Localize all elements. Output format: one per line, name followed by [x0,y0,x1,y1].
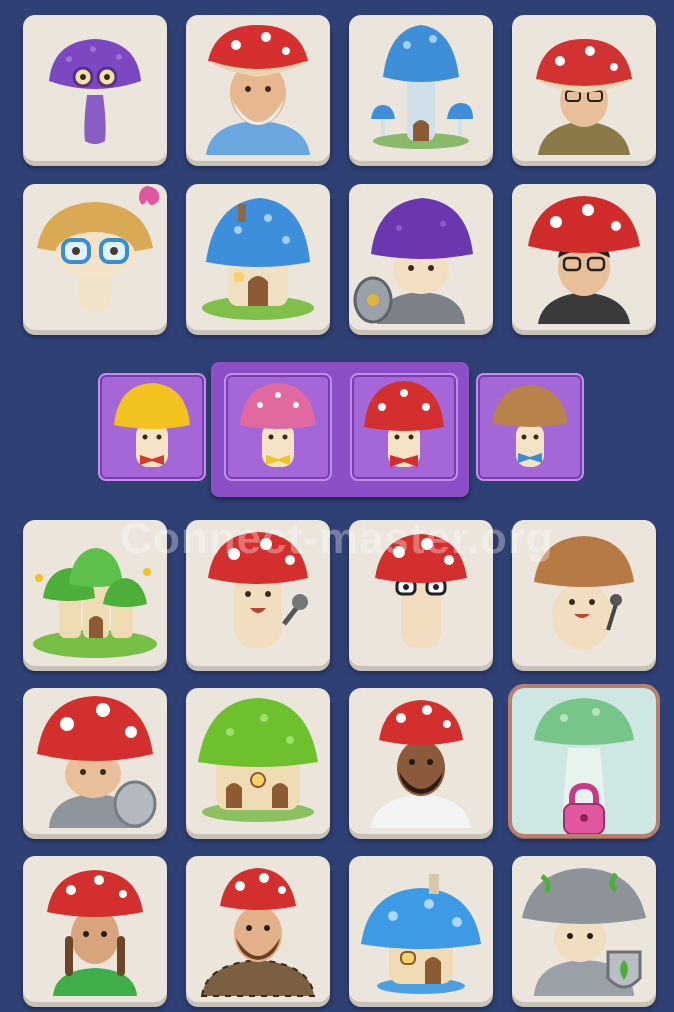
old-man-red-cap-icon [206,25,310,155]
slot-pink-mushroom[interactable] [224,373,332,481]
tile-girl-braids-red-cap[interactable] [23,856,167,1002]
man-beard-plaid-red-cap-icon [200,868,316,997]
tile-old-man-red-cap[interactable] [186,15,330,161]
tile-red-mushroom-singer[interactable] [186,520,330,666]
tile-green-mushroom-house[interactable] [186,688,330,834]
tile-red-knight-mushroom[interactable] [23,688,167,834]
silver-knight-mushroom-icon [522,868,646,996]
tile-silver-knight-mushroom[interactable] [512,856,656,1002]
tile-red-mushroom-glasses[interactable] [349,520,493,666]
tan-mushroom-blue-glasses-icon [37,186,160,312]
tile-blue-mushroom-tower[interactable] [349,15,493,161]
slot-yellow-mushroom[interactable] [98,373,206,481]
slot-red-mushroom[interactable] [350,373,458,481]
girl-braids-red-cap-icon [47,870,143,996]
tile-green-mushroom-village[interactable] [23,520,167,666]
tile-man-glasses-red-cap-2[interactable] [512,184,656,330]
bearded-man-red-cap-icon [371,700,471,828]
purple-knight-mushroom-icon [353,198,473,324]
tile-blue-mushroom-house[interactable] [186,184,330,330]
blue-mushroom-cottage-icon [361,874,481,994]
green-mushroom-village-icon [33,548,157,658]
tile-purple-knight-mushroom[interactable] [349,184,493,330]
tile-man-glasses-red-cap[interactable] [512,15,656,161]
tile-tan-mushroom-blue-glasses[interactable] [23,184,167,330]
brown-mushroom-bowtie-icon [492,385,568,467]
blue-mushroom-house-icon [202,198,314,320]
tile-man-beard-plaid-red-cap[interactable] [186,856,330,1002]
tile-purple-mushroom-glasses[interactable] [23,15,167,161]
green-mushroom-house-icon [198,698,318,822]
ghost-mushroom-icon [534,698,634,834]
tile-ghost-mushroom-locked[interactable] [508,684,660,838]
purple-mushroom-glasses-icon [49,39,141,144]
man-glasses-red-cap-icon [536,39,632,155]
pink-mushroom-bowtie-icon [240,383,316,467]
man-glasses-red-cap-icon [528,196,640,324]
tile-blue-mushroom-cottage[interactable] [349,856,493,1002]
red-mushroom-bowtie-icon [364,381,444,467]
yellow-mushroom-bowtie-icon [114,383,190,467]
red-mushroom-glasses-icon [375,534,467,648]
red-mushroom-singer-icon [208,532,308,648]
tile-bearded-man-red-cap[interactable] [349,688,493,834]
blue-mushroom-tower-icon [371,25,473,149]
tile-tan-mushroom-singer[interactable] [512,520,656,666]
slot-brown-mushroom[interactable] [476,373,584,481]
red-knight-mushroom-icon [37,696,157,828]
tan-mushroom-singer-icon [534,536,634,650]
